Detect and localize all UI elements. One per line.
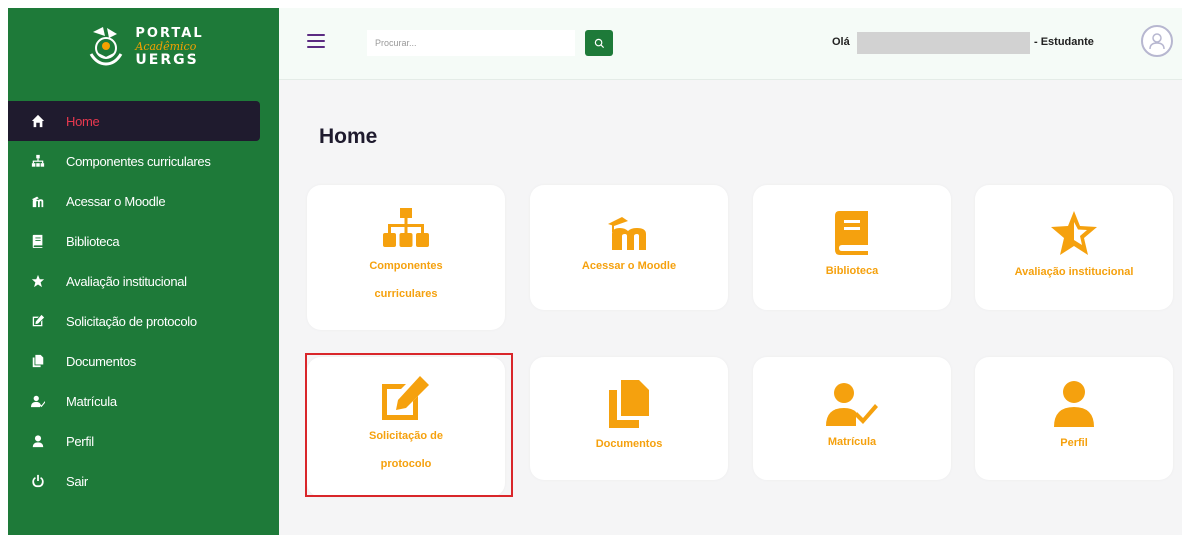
sidebar-item-documentos[interactable]: Documentos bbox=[8, 341, 279, 381]
card-label: Acessar o Moodle bbox=[581, 259, 677, 272]
sidebar-item-label: Biblioteca bbox=[66, 233, 120, 249]
sidebar-item-biblioteca[interactable]: Biblioteca bbox=[8, 221, 279, 261]
user-check-icon bbox=[826, 382, 878, 426]
greeting-text: Olá bbox=[832, 36, 850, 48]
sidebar-item-label: Solicitação de protocolo bbox=[66, 313, 197, 329]
portal-logo[interactable]: PORTAL Acadêmico UERGS bbox=[8, 8, 279, 86]
logo-emblem-icon bbox=[83, 24, 129, 70]
logo-line-academico: Acadêmico bbox=[135, 40, 197, 53]
moodle-icon bbox=[606, 216, 652, 250]
sidebar-item-moodle[interactable]: Acessar o Moodle bbox=[8, 181, 279, 221]
card-acessar-moodle[interactable]: Acessar o Moodle bbox=[530, 185, 728, 310]
sidebar-item-home[interactable]: Home bbox=[8, 101, 260, 141]
logo-line-uergs: UERGS bbox=[135, 52, 199, 68]
sitemap-icon bbox=[30, 153, 46, 169]
card-label: Documentos bbox=[595, 437, 663, 450]
sidebar-item-label: Componentes curriculares bbox=[66, 153, 211, 169]
sidebar-item-label: Perfil bbox=[66, 433, 94, 449]
card-documentos[interactable]: Documentos bbox=[530, 357, 728, 480]
star-icon bbox=[1050, 210, 1098, 256]
search-input[interactable] bbox=[367, 30, 575, 56]
user-role-text: - Estudante bbox=[1034, 36, 1094, 48]
sidebar: PORTAL Acadêmico UERGS Home Componentes … bbox=[8, 8, 279, 535]
card-biblioteca[interactable]: Biblioteca bbox=[753, 185, 951, 310]
search-icon bbox=[594, 38, 604, 48]
avatar[interactable] bbox=[1141, 25, 1173, 57]
card-avaliacao-institucional[interactable]: Avaliação institucional bbox=[975, 185, 1173, 310]
user-avatar-icon bbox=[1149, 33, 1165, 50]
power-icon bbox=[30, 473, 46, 489]
page-title: Home bbox=[319, 125, 378, 148]
card-perfil[interactable]: Perfil bbox=[975, 357, 1173, 480]
book-icon bbox=[834, 210, 870, 255]
card-label: Perfil bbox=[1060, 436, 1088, 449]
sidebar-item-solicitacao[interactable]: Solicitação de protocolo bbox=[8, 301, 279, 341]
logo-line-portal: PORTAL bbox=[135, 26, 204, 41]
search-button[interactable] bbox=[585, 30, 613, 56]
sidebar-item-label: Avaliação institucional bbox=[66, 273, 187, 289]
sidebar-item-label: Matrícula bbox=[66, 393, 117, 409]
card-label: Solicitação de protocolo bbox=[369, 430, 443, 470]
home-icon bbox=[30, 113, 46, 129]
user-icon bbox=[1054, 380, 1094, 427]
card-label: Biblioteca bbox=[825, 264, 879, 277]
card-matricula[interactable]: Matrícula bbox=[753, 357, 951, 480]
card-solicitacao-protocolo[interactable]: Solicitação de protocolo bbox=[307, 357, 505, 497]
sidebar-item-perfil[interactable]: Perfil bbox=[8, 421, 279, 461]
edit-icon bbox=[30, 313, 46, 329]
card-label: Matrícula bbox=[827, 435, 877, 448]
edit-icon bbox=[382, 376, 430, 420]
sidebar-item-label: Home bbox=[66, 113, 100, 129]
copy-icon bbox=[609, 379, 649, 428]
sidebar-item-componentes[interactable]: Componentes curriculares bbox=[8, 141, 279, 181]
star-icon bbox=[30, 273, 46, 289]
moodle-icon bbox=[30, 193, 46, 209]
sidebar-item-avaliacao[interactable]: Avaliação institucional bbox=[8, 261, 279, 301]
hamburger-menu-icon[interactable] bbox=[307, 34, 325, 48]
sidebar-item-label: Documentos bbox=[66, 353, 136, 369]
redacted-user-name bbox=[857, 32, 1030, 54]
card-label: Avaliação institucional bbox=[1014, 265, 1134, 278]
sidebar-item-label: Sair bbox=[66, 473, 88, 489]
book-icon bbox=[30, 233, 46, 249]
topbar: Olá - Estudante bbox=[279, 8, 1182, 80]
sitemap-icon bbox=[383, 207, 429, 250]
sidebar-nav: Home Componentes curriculares Acessar o … bbox=[8, 101, 279, 501]
sidebar-item-label: Acessar o Moodle bbox=[66, 193, 166, 209]
sidebar-item-matricula[interactable]: Matrícula bbox=[8, 381, 279, 421]
sidebar-item-sair[interactable]: Sair bbox=[8, 461, 279, 501]
card-label: Componentes curriculares bbox=[369, 259, 443, 300]
user-check-icon bbox=[30, 393, 46, 409]
copy-icon bbox=[30, 353, 46, 369]
user-icon bbox=[30, 433, 46, 449]
card-componentes-curriculares[interactable]: Componentes curriculares bbox=[307, 185, 505, 330]
main-content: Home Componentes curriculares Acessar o … bbox=[279, 80, 1182, 535]
